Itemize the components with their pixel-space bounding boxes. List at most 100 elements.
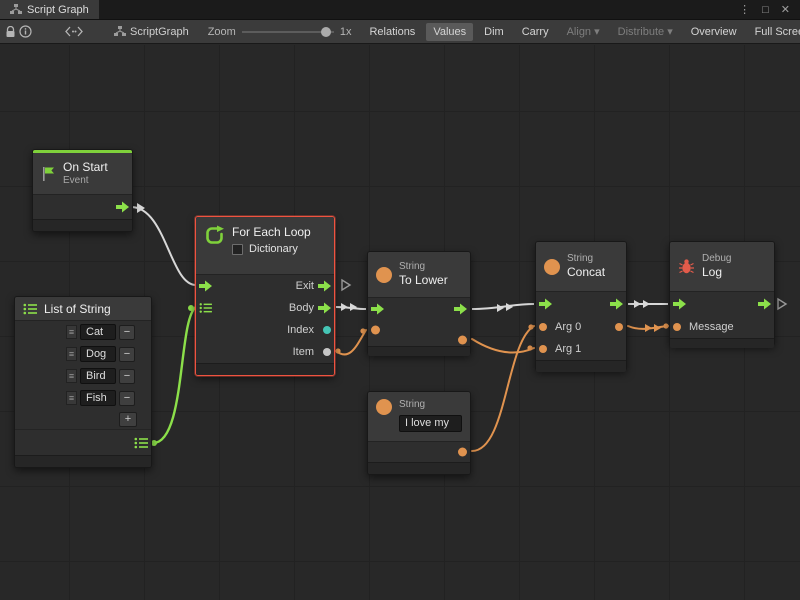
wire-endpoint-dot: [528, 324, 533, 329]
dictionary-checkbox[interactable]: [232, 244, 243, 255]
toolbar-button-values[interactable]: Values: [426, 23, 473, 41]
exit-flow-out-port[interactable]: [318, 281, 331, 292]
string-icon: [376, 267, 392, 283]
message-in-port[interactable]: [673, 323, 681, 331]
list-item-row: ≡ Bird −: [15, 365, 151, 387]
node-category: String: [399, 399, 462, 412]
node-footer: [33, 219, 132, 231]
remove-item-button[interactable]: −: [119, 391, 135, 406]
code-brackets-icon[interactable]: [65, 23, 83, 41]
wire-concat-message[interactable]: [628, 326, 668, 329]
remove-item-button[interactable]: −: [119, 325, 135, 340]
node-for-each-loop[interactable]: For Each Loop Dictionary Exit: [195, 216, 335, 376]
flow-out-port[interactable]: [610, 299, 623, 310]
string-icon: [376, 399, 392, 415]
list-item-row: ≡ Cat −: [15, 321, 151, 343]
wire-literal-arg0[interactable]: [472, 326, 534, 451]
port-label-message: Message: [670, 321, 774, 333]
flow-in-port[interactable]: [673, 299, 686, 310]
wire-endpoint-dot: [527, 345, 532, 350]
node-footer: [536, 360, 626, 372]
drag-handle[interactable]: ≡: [66, 347, 77, 361]
flow-in-port[interactable]: [199, 281, 212, 292]
list-item-field[interactable]: Fish: [80, 390, 116, 406]
dictionary-label: Dictionary: [249, 243, 298, 257]
flow-out-port[interactable]: [116, 202, 129, 213]
node-footer: [670, 338, 774, 348]
drag-handle[interactable]: ≡: [66, 369, 77, 383]
toolbar-button-full-screen[interactable]: Full Screen: [748, 23, 800, 41]
close-icon[interactable]: ✕: [781, 3, 790, 16]
result-out-port[interactable]: [458, 336, 467, 345]
wire-endpoint-dot: [360, 328, 365, 333]
graph-breadcrumb[interactable]: ScriptGraph: [114, 26, 189, 38]
wire-tolower-concat[interactable]: [472, 304, 534, 309]
wire-arrow-marker: [634, 300, 641, 308]
wire-arrow-marker: [654, 324, 661, 332]
wire-body-tolower[interactable]: [336, 307, 366, 309]
string-value-field[interactable]: I love my: [399, 415, 462, 432]
node-footer: [196, 363, 334, 375]
wire-list-foreach[interactable]: [153, 307, 196, 443]
node-on-start[interactable]: On Start Event: [32, 149, 133, 232]
list-item-field[interactable]: Dog: [80, 346, 116, 362]
list-item-row: ≡ Fish −: [15, 387, 151, 409]
tab-script-graph[interactable]: Script Graph: [0, 0, 99, 19]
unconnected-flow-marker: [342, 280, 350, 290]
list-item-field[interactable]: Bird: [80, 368, 116, 384]
zoom-slider-knob[interactable]: [321, 27, 331, 37]
add-item-button[interactable]: +: [119, 412, 137, 427]
drag-handle[interactable]: ≡: [66, 325, 77, 339]
arg1-in-port[interactable]: [539, 345, 547, 353]
maximize-icon[interactable]: □: [762, 4, 769, 16]
wire-arrow-marker: [506, 303, 513, 311]
body-flow-out-port[interactable]: [318, 303, 331, 314]
remove-item-button[interactable]: −: [119, 347, 135, 362]
wire-item-tolower[interactable]: [336, 330, 366, 355]
node-title: Log: [702, 265, 766, 280]
graph-canvas[interactable]: On Start Event List of String: [0, 45, 800, 600]
result-out-port[interactable]: [615, 323, 623, 331]
string-icon: [544, 259, 560, 275]
port-label-item: Item: [196, 346, 334, 358]
value-out-port[interactable]: [458, 448, 467, 457]
zoom-control: Zoom 1x: [208, 26, 352, 38]
flow-out-port[interactable]: [454, 304, 467, 315]
toolbar-button-distribute[interactable]: Distribute ▾: [611, 22, 680, 41]
wire-onstart-foreach[interactable]: [131, 207, 196, 285]
flow-in-port[interactable]: [539, 299, 552, 310]
port-label-arg1: Arg 1: [536, 343, 626, 355]
list-out-port[interactable]: [134, 437, 148, 449]
toolbar-button-carry[interactable]: Carry: [515, 23, 556, 41]
flow-out-port[interactable]: [758, 299, 771, 310]
toolbar-button-align[interactable]: Align ▾: [560, 22, 607, 41]
wire-tolower-arg1[interactable]: [472, 339, 534, 353]
remove-item-button[interactable]: −: [119, 369, 135, 384]
toolbar-button-overview[interactable]: Overview: [684, 23, 744, 41]
lock-icon[interactable]: [5, 23, 16, 41]
node-string-to-lower[interactable]: String To Lower: [367, 251, 471, 355]
list-item-field[interactable]: Cat: [80, 324, 116, 340]
toolbar-button-dim[interactable]: Dim: [477, 23, 511, 41]
tab-bar: Script Graph ⋮ □ ✕: [0, 0, 800, 20]
graph-name: ScriptGraph: [130, 26, 189, 38]
window-controls: ⋮ □ ✕: [729, 0, 800, 19]
wire-arrow-marker: [645, 324, 652, 332]
flow-in-port[interactable]: [371, 304, 384, 315]
item-out-port[interactable]: [323, 348, 331, 356]
node-debug-log[interactable]: Debug Log Message: [669, 241, 775, 346]
info-icon[interactable]: [19, 23, 32, 41]
index-out-port[interactable]: [323, 326, 331, 334]
node-string-concat[interactable]: String Concat Arg 0 Arg 1: [535, 241, 627, 371]
node-list-of-string[interactable]: List of String ≡ Cat − ≡ Dog − ≡ Bird − …: [14, 296, 152, 468]
node-string-literal[interactable]: String I love my: [367, 391, 471, 475]
toolbar-button-relations[interactable]: Relations: [362, 23, 422, 41]
menu-icon[interactable]: ⋮: [739, 3, 750, 16]
port-label-body: Body: [196, 302, 334, 314]
node-title: To Lower: [399, 273, 462, 288]
list-in-port[interactable]: [199, 303, 212, 314]
arg0-in-port[interactable]: [539, 323, 547, 331]
drag-handle[interactable]: ≡: [66, 391, 77, 405]
string-in-port[interactable]: [371, 326, 380, 335]
zoom-slider[interactable]: [242, 26, 334, 38]
